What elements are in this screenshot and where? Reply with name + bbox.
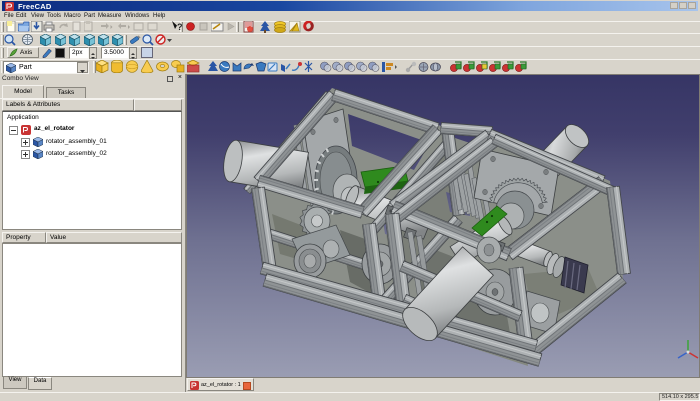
- svg-text:?: ?: [177, 22, 183, 32]
